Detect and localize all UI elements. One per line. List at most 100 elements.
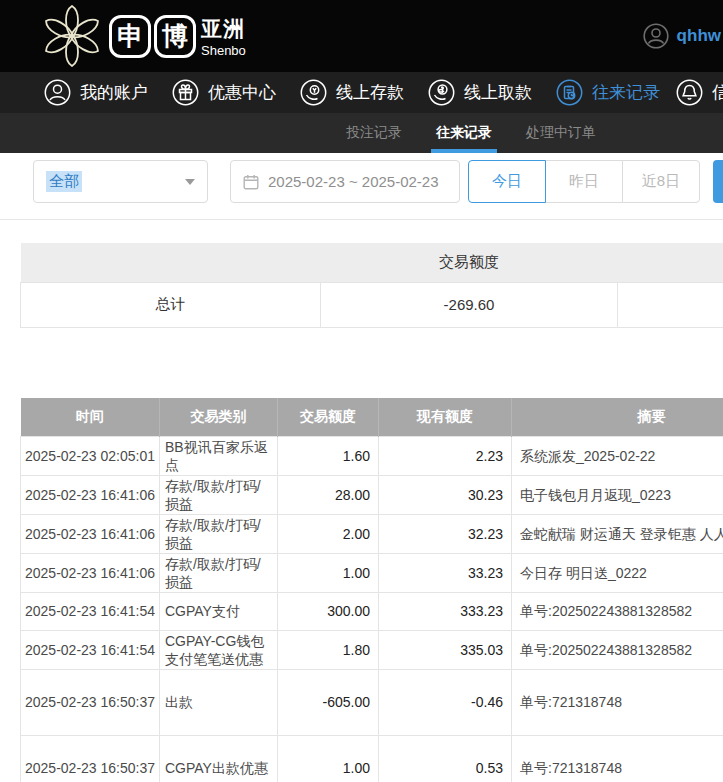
summary-total-row: 总计 -269.60 [21, 282, 723, 327]
tab-label: 往来记录 [436, 124, 492, 142]
nav-label: 我的账户 [80, 81, 148, 104]
nav-item-my-account[interactable]: 我的账户 [44, 79, 148, 106]
table-cell: -0.46 [379, 669, 512, 735]
gift-icon [172, 79, 199, 106]
tab-pending-orders[interactable]: 处理中订单 [518, 113, 604, 153]
table-row: 2025-02-23 16:41:54CGPAY-CG钱包支付笔笔送优惠1.80… [21, 630, 723, 669]
deposit-coin-icon [300, 79, 327, 106]
table-cell: 金蛇献瑞 财运通天 登录钜惠 人人皆 [512, 514, 723, 553]
table-row: 2025-02-23 16:50:37出款-605.00-0.46单号:7213… [21, 669, 723, 735]
table-cell: 30.23 [379, 475, 512, 514]
table-row: 2025-02-23 16:50:37CGPAY出款优惠1.000.53单号:7… [21, 735, 723, 782]
table-cell: 2025-02-23 16:41:06 [21, 475, 160, 514]
table-cell: 2.23 [379, 436, 512, 475]
top-header: 申 博 亚洲 Shenbo qhhw [0, 0, 723, 72]
summary-header-row: 交易额度 [21, 243, 723, 282]
brand-region: 亚洲 [201, 15, 246, 43]
summary-total-label: 总计 [21, 282, 321, 327]
table-cell: 32.23 [379, 514, 512, 553]
summary-header-empty [21, 243, 321, 282]
table-row: 2025-02-23 02:05:01BB视讯百家乐返点1.602.23系统派发… [21, 436, 723, 475]
table-cell: 单号:202502243881328582 [512, 592, 723, 630]
record-tabs: 投注记录 往来记录 处理中订单 [0, 113, 723, 153]
col-header-time: 时间 [21, 398, 160, 436]
today-button[interactable]: 今日 [468, 160, 546, 203]
withdraw-money-icon [428, 79, 455, 106]
type-dropdown-value: 全部 [46, 171, 82, 192]
bell-icon [676, 79, 703, 106]
table-cell: 1.00 [278, 735, 379, 782]
table-cell: 2025-02-23 16:41:54 [21, 630, 160, 669]
col-header-balance: 现有额度 [379, 398, 512, 436]
col-header-amount: 交易额度 [278, 398, 379, 436]
table-cell: 存款/取款/打码/损益 [160, 475, 278, 514]
table-cell: 出款 [160, 669, 278, 735]
table-cell: 系统派发_2025-02-22 [512, 436, 723, 475]
brand-text: 亚洲 Shenbo [201, 15, 246, 58]
table-cell: 今日存 明日送_0222 [512, 553, 723, 592]
table-cell: 333.23 [379, 592, 512, 630]
search-button[interactable] [713, 160, 723, 203]
table-row: 2025-02-23 16:41:06存款/取款/打码/损益1.0033.23今… [21, 553, 723, 592]
table-row: 2025-02-23 16:41:54CGPAY支付300.00333.23单号… [21, 592, 723, 630]
table-row: 2025-02-23 16:41:06存款/取款/打码/损益28.0030.23… [21, 475, 723, 514]
table-cell: 33.23 [379, 553, 512, 592]
brand-logo[interactable]: 申 博 [109, 15, 196, 58]
table-cell: 0.53 [379, 735, 512, 782]
nav-item-withdraw[interactable]: 线上取款 [428, 79, 532, 106]
page: 申 博 亚洲 Shenbo qhhw 我的账户 优惠中心 [0, 0, 723, 782]
col-header-summary: 摘要 [512, 398, 723, 436]
filter-bar: 全部 2025-02-23 ~ 2025-02-23 今日 昨日 近8日 [0, 153, 723, 223]
table-cell: 2025-02-23 16:41:06 [21, 514, 160, 553]
table-cell: 单号:721318748 [512, 735, 723, 782]
table-cell: 1.60 [278, 436, 379, 475]
table-cell: 2025-02-23 02:05:01 [21, 436, 160, 475]
username[interactable]: qhhw [677, 26, 721, 46]
summary-header-empty [618, 243, 723, 282]
main-nav: 我的账户 优惠中心 线上存款 线上取款 往来记录 信息 [0, 72, 723, 113]
nav-item-messages[interactable]: 信息 [676, 79, 723, 106]
table-cell: 1.80 [278, 630, 379, 669]
table-cell: CGPAY支付 [160, 592, 278, 630]
nav-label: 线上取款 [464, 81, 532, 104]
nav-label: 信息 [712, 81, 723, 104]
nav-item-promotions[interactable]: 优惠中心 [172, 79, 276, 106]
user-avatar-icon [643, 23, 669, 49]
yesterday-button[interactable]: 昨日 [545, 160, 623, 203]
nav-item-deposit[interactable]: 线上存款 [300, 79, 404, 106]
table-cell: CGPAY-CG钱包支付笔笔送优惠 [160, 630, 278, 669]
records-clipboard-icon [556, 79, 583, 106]
tab-transaction-records[interactable]: 往来记录 [428, 113, 500, 153]
date-range-input[interactable]: 2025-02-23 ~ 2025-02-23 [230, 160, 460, 203]
nav-item-transactions[interactable]: 往来记录 [556, 79, 660, 106]
calendar-icon [243, 174, 259, 190]
table-cell: 2025-02-23 16:41:06 [21, 553, 160, 592]
table-row: 2025-02-23 16:41:06存款/取款/打码/损益2.0032.23金… [21, 514, 723, 553]
table-cell: 单号:202502243881328582 [512, 630, 723, 669]
col-header-type: 交易类别 [160, 398, 278, 436]
table-cell: 2025-02-23 16:41:54 [21, 592, 160, 630]
summary-empty-cell [618, 282, 723, 327]
table-cell: 存款/取款/打码/损益 [160, 514, 278, 553]
user-area[interactable]: qhhw [643, 0, 721, 72]
divider-line [0, 219, 723, 220]
type-dropdown[interactable]: 全部 [33, 160, 208, 203]
summary-table: 交易额度 总计 -269.60 [20, 243, 723, 328]
last8days-button[interactable]: 近8日 [622, 160, 700, 203]
table-cell: 1.00 [278, 553, 379, 592]
nav-label: 线上存款 [336, 81, 404, 104]
tab-bet-records[interactable]: 投注记录 [338, 113, 410, 153]
table-cell: 335.03 [379, 630, 512, 669]
brand-char-box: 申 [109, 15, 151, 58]
lotus-flower-icon [41, 5, 103, 67]
nav-label: 往来记录 [592, 81, 660, 104]
table-cell: BB视讯百家乐返点 [160, 436, 278, 475]
summary-header-amount: 交易额度 [321, 243, 618, 282]
table-cell: CGPAY出款优惠 [160, 735, 278, 782]
table-cell: 2025-02-23 16:50:37 [21, 669, 160, 735]
table-cell: 300.00 [278, 592, 379, 630]
table-cell: 2025-02-23 16:50:37 [21, 735, 160, 782]
table-cell: 2.00 [278, 514, 379, 553]
date-range-value: 2025-02-23 ~ 2025-02-23 [268, 173, 439, 190]
table-cell: -605.00 [278, 669, 379, 735]
